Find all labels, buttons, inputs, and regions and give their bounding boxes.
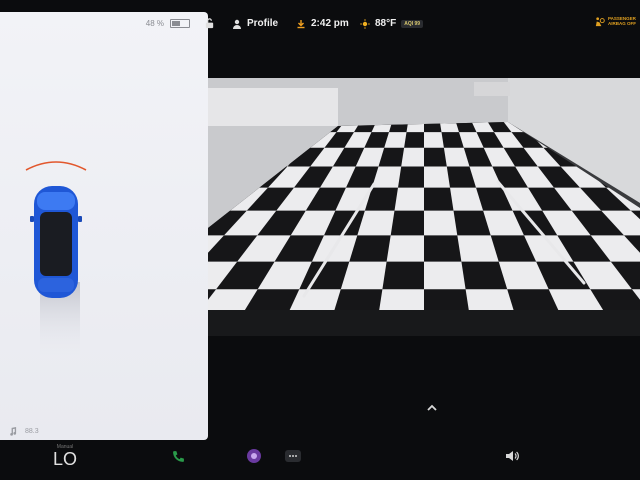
lock-button[interactable] bbox=[204, 18, 215, 29]
climate-temperature: LO bbox=[52, 449, 77, 469]
weather-display: 88°F AQI 99 bbox=[360, 18, 424, 29]
camera-app-icon bbox=[247, 449, 261, 463]
camera-bottom-edge bbox=[208, 310, 640, 336]
floor-tile bbox=[424, 210, 458, 236]
radio-station: 88.3 bbox=[25, 427, 39, 435]
media-mini-player[interactable]: 88.3 bbox=[0, 422, 208, 440]
battery-indicator: 48 % bbox=[146, 19, 190, 28]
battery-percentage: 48 % bbox=[145, 19, 164, 28]
sun-icon bbox=[360, 18, 370, 29]
climate-control[interactable]: Manual LO bbox=[40, 444, 90, 468]
person-icon bbox=[233, 19, 241, 29]
bottom-dock bbox=[0, 440, 640, 480]
passenger-airbag-status: PASSENGER AIRBAG OFF bbox=[594, 16, 636, 27]
profile-label: Profile bbox=[247, 18, 279, 29]
floor-tile bbox=[424, 166, 450, 188]
car-top-view bbox=[30, 186, 82, 298]
wall-banner bbox=[208, 88, 338, 126]
aqi-badge: AQI 99 bbox=[401, 19, 424, 28]
phone-app-button[interactable] bbox=[170, 448, 186, 464]
airbag-icon bbox=[595, 17, 605, 27]
outside-temperature: 88°F bbox=[375, 18, 397, 29]
download-icon[interactable] bbox=[296, 19, 306, 29]
battery-level-fill bbox=[172, 21, 180, 26]
music-note-icon bbox=[10, 426, 17, 436]
camera-app-button[interactable] bbox=[246, 448, 262, 464]
floor-tile bbox=[424, 132, 444, 148]
more-icon bbox=[285, 450, 301, 462]
floor-tile bbox=[394, 187, 424, 211]
airbag-label: PASSENGER AIRBAG OFF bbox=[608, 16, 636, 26]
time-display: 2:42 pm bbox=[296, 18, 349, 29]
phone-icon bbox=[172, 450, 184, 462]
lock-icon bbox=[205, 18, 214, 29]
floor-tile bbox=[386, 235, 424, 262]
floor-tile bbox=[401, 147, 424, 167]
car-status-panel[interactable]: 48 % 88.3 bbox=[0, 12, 208, 440]
status-bar: Profile 2:42 pm 88°F AQI 99 PASSENGER AI… bbox=[205, 12, 640, 40]
car-visualization[interactable] bbox=[18, 152, 98, 372]
camera-feed bbox=[208, 78, 640, 336]
more-apps-button[interactable] bbox=[285, 448, 301, 464]
clock-time: 2:42 pm bbox=[311, 18, 349, 29]
chevron-up-icon[interactable] bbox=[424, 400, 440, 416]
volume-button[interactable] bbox=[504, 448, 520, 464]
battery-icon bbox=[170, 19, 190, 28]
wall-sign bbox=[474, 82, 510, 96]
volume-icon bbox=[506, 451, 519, 461]
rear-camera-view[interactable] bbox=[208, 78, 640, 336]
floor-tile bbox=[424, 261, 466, 290]
parking-sensor-arc bbox=[25, 161, 87, 171]
profile-button[interactable]: Profile bbox=[232, 18, 278, 29]
